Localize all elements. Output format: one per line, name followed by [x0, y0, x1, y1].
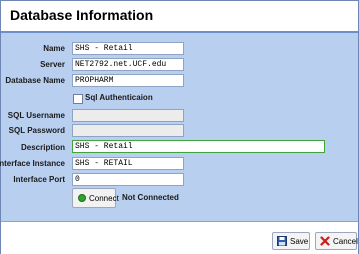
database-name-label: Database Name: [5, 76, 65, 85]
save-button-label: Save: [290, 237, 309, 246]
interface-instance-label: Interface Instance: [0, 159, 65, 168]
cancel-button-label: Cancel: [333, 237, 358, 246]
green-circle-icon: [78, 194, 86, 202]
save-button[interactable]: Save: [272, 232, 310, 250]
interface-instance-field[interactable]: SHS - RETAIL: [72, 157, 184, 170]
form-panel: Name SHS - Retail Server NET2792.net.UCF…: [0, 33, 358, 221]
red-x-icon: [320, 236, 330, 246]
name-field[interactable]: SHS - Retail: [72, 42, 184, 55]
name-label: Name: [43, 44, 65, 53]
interface-port-label: Interface Port: [13, 175, 65, 184]
sql-username-field[interactable]: [72, 109, 184, 122]
database-name-field[interactable]: PROPHARM: [72, 74, 184, 87]
sql-password-label: SQL Password: [8, 126, 65, 135]
sql-authentication-label: Sql Authenticaion: [85, 93, 153, 102]
sql-password-field[interactable]: [72, 124, 184, 137]
server-label: Server: [40, 60, 65, 69]
connect-button-label: Connect: [89, 194, 119, 203]
floppy-disk-icon: [277, 236, 287, 246]
description-label: Description: [20, 143, 65, 152]
dialog-title: Database Information: [10, 7, 154, 23]
dialog-footer: Save Cancel: [1, 221, 358, 254]
sql-authentication-checkbox[interactable]: [73, 94, 83, 104]
description-field[interactable]: SHS - Retail: [72, 140, 325, 153]
connect-button[interactable]: Connect: [72, 188, 119, 208]
connection-status: Not Connected: [122, 193, 179, 202]
sql-username-label: SQL Username: [7, 111, 65, 120]
server-field[interactable]: NET2792.net.UCF.edu: [72, 58, 184, 71]
dialog-header: Database Information: [1, 1, 358, 33]
database-information-dialog: Database Information Name SHS - Retail S…: [0, 0, 359, 254]
cancel-button[interactable]: Cancel: [315, 232, 358, 250]
interface-port-field[interactable]: 0: [72, 173, 184, 186]
